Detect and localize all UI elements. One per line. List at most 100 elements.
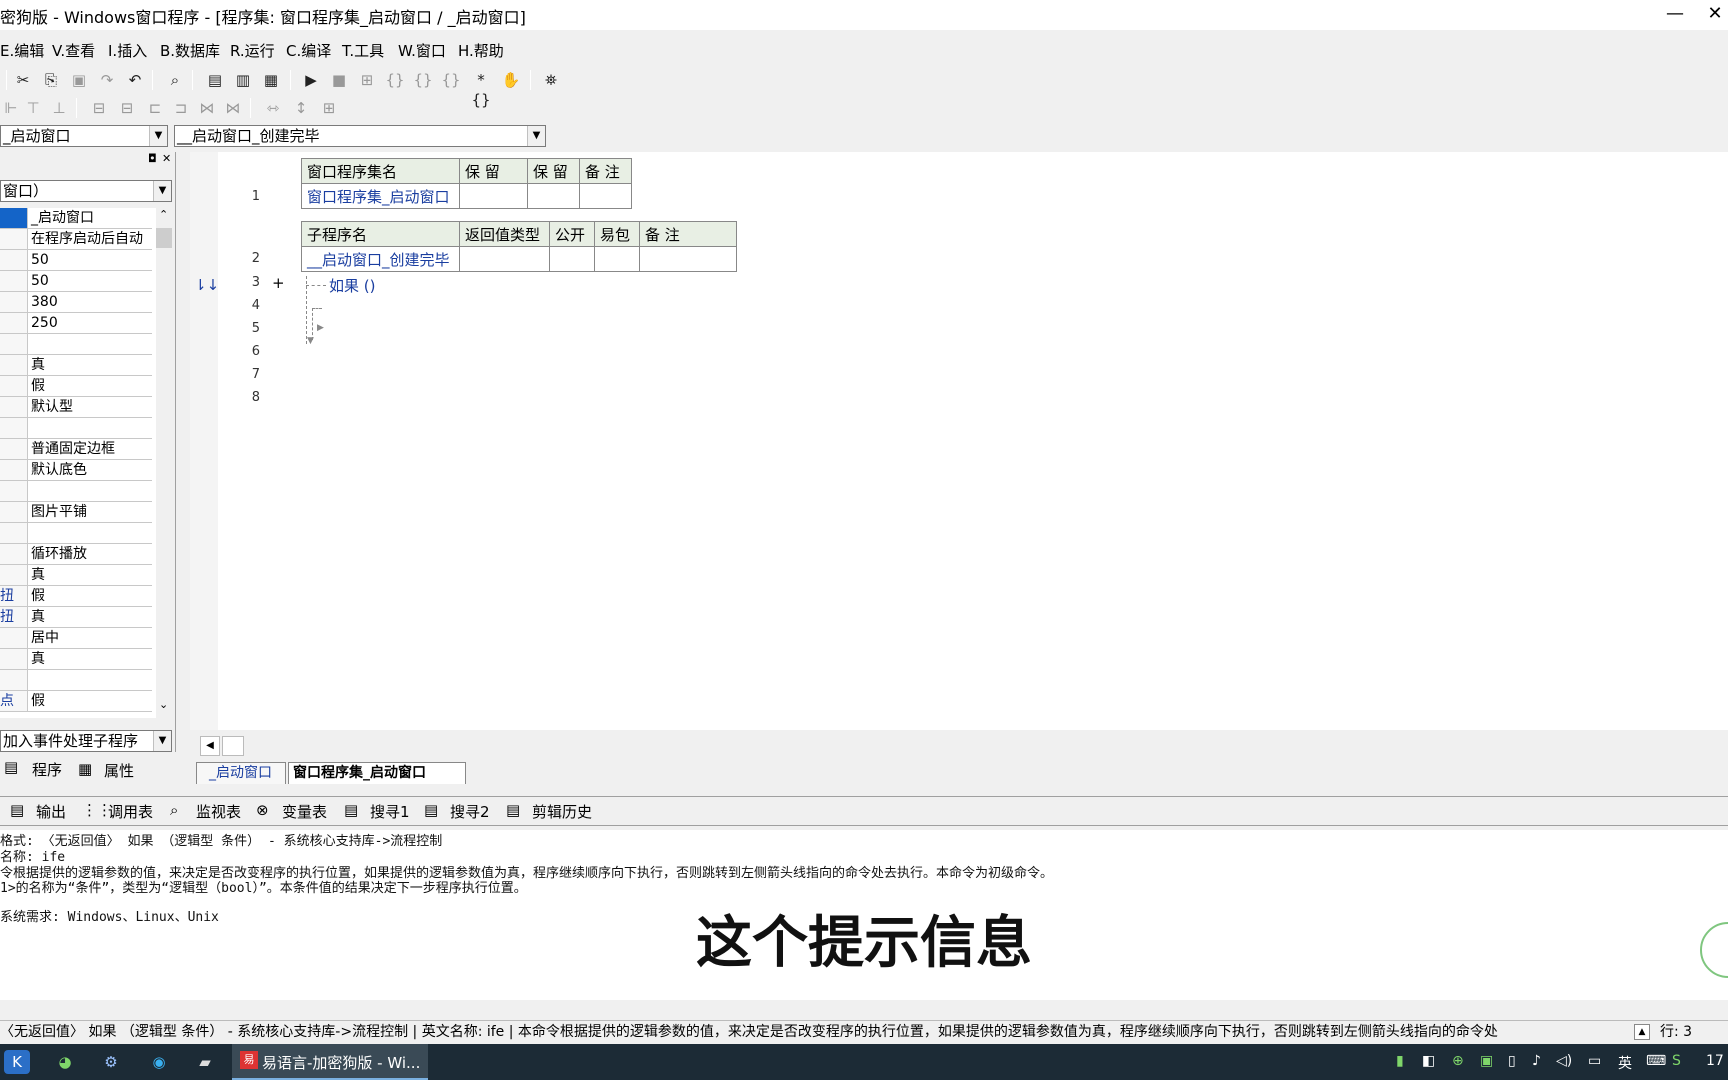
property-row[interactable]: 循环播放 xyxy=(0,544,152,565)
tray-clock[interactable]: 17 xyxy=(1706,1053,1724,1069)
tray-mic-icon[interactable]: ♪ xyxy=(1532,1053,1541,1069)
align-top-icon[interactable]: ⊤ xyxy=(22,98,44,118)
property-row[interactable]: 真 xyxy=(0,565,152,586)
property-row[interactable] xyxy=(0,418,152,439)
align-icon[interactable]: ⊩ xyxy=(0,98,22,118)
tab-assembly[interactable]: 窗口程序集_启动窗口 xyxy=(288,762,466,784)
step-over-icon[interactable]: {} xyxy=(412,70,434,90)
property-row[interactable] xyxy=(0,334,152,355)
tab-startup-window[interactable]: _启动窗口 xyxy=(196,762,286,784)
width-icon[interactable]: ⇿ xyxy=(262,98,284,118)
property-value[interactable]: 循环播放 xyxy=(31,544,87,564)
tray-sogou-icon[interactable]: S xyxy=(1672,1053,1681,1069)
tray-volume-icon[interactable]: ◁) xyxy=(1556,1053,1572,1069)
close-icon[interactable]: ✕ xyxy=(162,152,171,165)
property-row[interactable]: 50 xyxy=(0,271,152,292)
property-value[interactable]: 普通固定边框 xyxy=(31,439,115,459)
space-h-icon[interactable]: ⋈ xyxy=(196,98,218,118)
pin-icon[interactable]: ◘ xyxy=(148,152,157,165)
menu-database[interactable]: B.数据库 xyxy=(160,40,220,61)
tray-battery-icon[interactable]: ▮ xyxy=(1396,1053,1404,1069)
property-row[interactable]: 点假 xyxy=(0,691,152,712)
property-value[interactable]: 默认型 xyxy=(31,397,73,417)
property-value[interactable]: 真 xyxy=(31,607,45,627)
breakpoint-icon[interactable]: *{} xyxy=(470,70,492,109)
menu-help[interactable]: H.帮助 xyxy=(458,40,504,61)
property-row[interactable]: 图片平铺 xyxy=(0,502,152,523)
scroll-up-icon[interactable]: ▲ xyxy=(1634,1024,1650,1040)
step-out-icon[interactable]: {} xyxy=(440,70,462,90)
video-icon[interactable]: ▰ xyxy=(192,1050,218,1074)
property-scrollbar[interactable]: ⌃ ⌄ xyxy=(156,208,172,718)
tab-variables[interactable]: 变量表 xyxy=(282,801,327,822)
tab-output[interactable]: 输出 xyxy=(36,801,66,822)
editor-hscroll[interactable]: ◀ xyxy=(200,736,1728,756)
find-icon[interactable]: ⌕ xyxy=(164,70,186,90)
taskbar-app-button[interactable]: 易 易语言-加密狗版 - Wi... xyxy=(232,1044,428,1080)
tab-search2[interactable]: 搜寻2 xyxy=(450,801,490,822)
start-icon[interactable]: K xyxy=(4,1050,30,1074)
property-row[interactable]: 250 xyxy=(0,313,152,334)
layout2-icon[interactable]: ▥ xyxy=(232,70,254,90)
property-row[interactable] xyxy=(0,523,152,544)
property-value[interactable]: 真 xyxy=(31,565,45,585)
tray-plus-icon[interactable]: ⊕ xyxy=(1452,1053,1464,1069)
paste-icon[interactable]: ▣ xyxy=(68,70,90,90)
expand-icon[interactable]: + xyxy=(272,274,285,292)
property-value[interactable]: 假 xyxy=(31,691,45,711)
menu-run[interactable]: R.运行 xyxy=(230,40,275,61)
property-row[interactable] xyxy=(0,481,152,502)
redo-icon[interactable]: ↷ xyxy=(96,70,118,90)
chevron-down-icon[interactable]: ▼ xyxy=(153,731,171,751)
tray-camera-icon[interactable]: ◧ xyxy=(1422,1053,1435,1069)
property-row[interactable]: 真 xyxy=(0,355,152,376)
tab-watch[interactable]: 监视表 xyxy=(196,801,241,822)
scroll-thumb[interactable] xyxy=(222,736,244,756)
property-row[interactable]: _启动窗口 xyxy=(0,208,152,229)
object-select[interactable]: 窗口） ▼ xyxy=(0,180,172,202)
tray-keyboard-icon[interactable]: ⌨ xyxy=(1646,1053,1666,1069)
step-into-icon[interactable]: {} xyxy=(384,70,406,90)
property-value[interactable]: 50 xyxy=(31,250,49,270)
wechat-icon[interactable]: ◕ xyxy=(52,1050,78,1074)
table-cell[interactable] xyxy=(459,246,550,272)
tab-search1[interactable]: 搜寻1 xyxy=(370,801,410,822)
code-line-if[interactable]: 如果 () xyxy=(329,275,375,296)
property-value[interactable]: _启动窗口 xyxy=(31,208,94,228)
hand-icon[interactable]: ✋ xyxy=(500,70,522,90)
property-value[interactable]: 在程序启动后自动 xyxy=(31,229,143,249)
same-width-icon[interactable]: ⊐ xyxy=(170,98,192,118)
debug1-icon[interactable]: ⊞ xyxy=(356,70,378,90)
table-cell[interactable] xyxy=(527,183,580,209)
menu-edit[interactable]: E.编辑 xyxy=(0,40,44,61)
copy-icon[interactable]: ⎘ xyxy=(40,70,62,90)
center-h-icon[interactable]: ⊟ xyxy=(88,98,110,118)
undo-icon[interactable]: ↶ xyxy=(124,70,146,90)
property-value[interactable]: 真 xyxy=(31,649,45,669)
property-row[interactable] xyxy=(0,670,152,691)
table-cell[interactable] xyxy=(594,246,640,272)
scroll-down-icon[interactable]: ⌄ xyxy=(159,698,168,711)
run-icon[interactable]: ▶ xyxy=(300,70,322,90)
size-icon[interactable]: ⊞ xyxy=(318,98,340,118)
property-value[interactable]: 居中 xyxy=(31,628,59,648)
property-row[interactable]: 380 xyxy=(0,292,152,313)
subroutine-name-cell[interactable]: __启动窗口_创建完毕 xyxy=(301,246,460,272)
tray-nvidia-icon[interactable]: ▣ xyxy=(1480,1053,1493,1069)
tab-callstack[interactable]: 调用表 xyxy=(108,801,153,822)
property-value[interactable]: 图片平铺 xyxy=(31,502,87,522)
chevron-down-icon[interactable]: ▼ xyxy=(153,181,171,201)
scroll-up-icon[interactable]: ⌃ xyxy=(159,208,168,221)
menu-insert[interactable]: I.插入 xyxy=(108,40,147,61)
menu-tools[interactable]: T.工具 xyxy=(342,40,384,61)
assembly-name-cell[interactable]: 窗口程序集_启动窗口 xyxy=(301,183,460,209)
tray-usb-icon[interactable]: ▯ xyxy=(1508,1053,1516,1069)
height-icon[interactable]: ↕ xyxy=(290,98,312,118)
property-row[interactable]: 扭真 xyxy=(0,607,152,628)
property-row[interactable]: 假 xyxy=(0,376,152,397)
property-row[interactable]: 扭假 xyxy=(0,586,152,607)
event-combo[interactable]: __启动窗口_创建完毕 ▼ xyxy=(174,125,546,147)
table-cell[interactable] xyxy=(459,183,528,209)
scroll-left-icon[interactable]: ◀ xyxy=(200,736,220,756)
stop-icon[interactable]: ■ xyxy=(328,70,350,90)
